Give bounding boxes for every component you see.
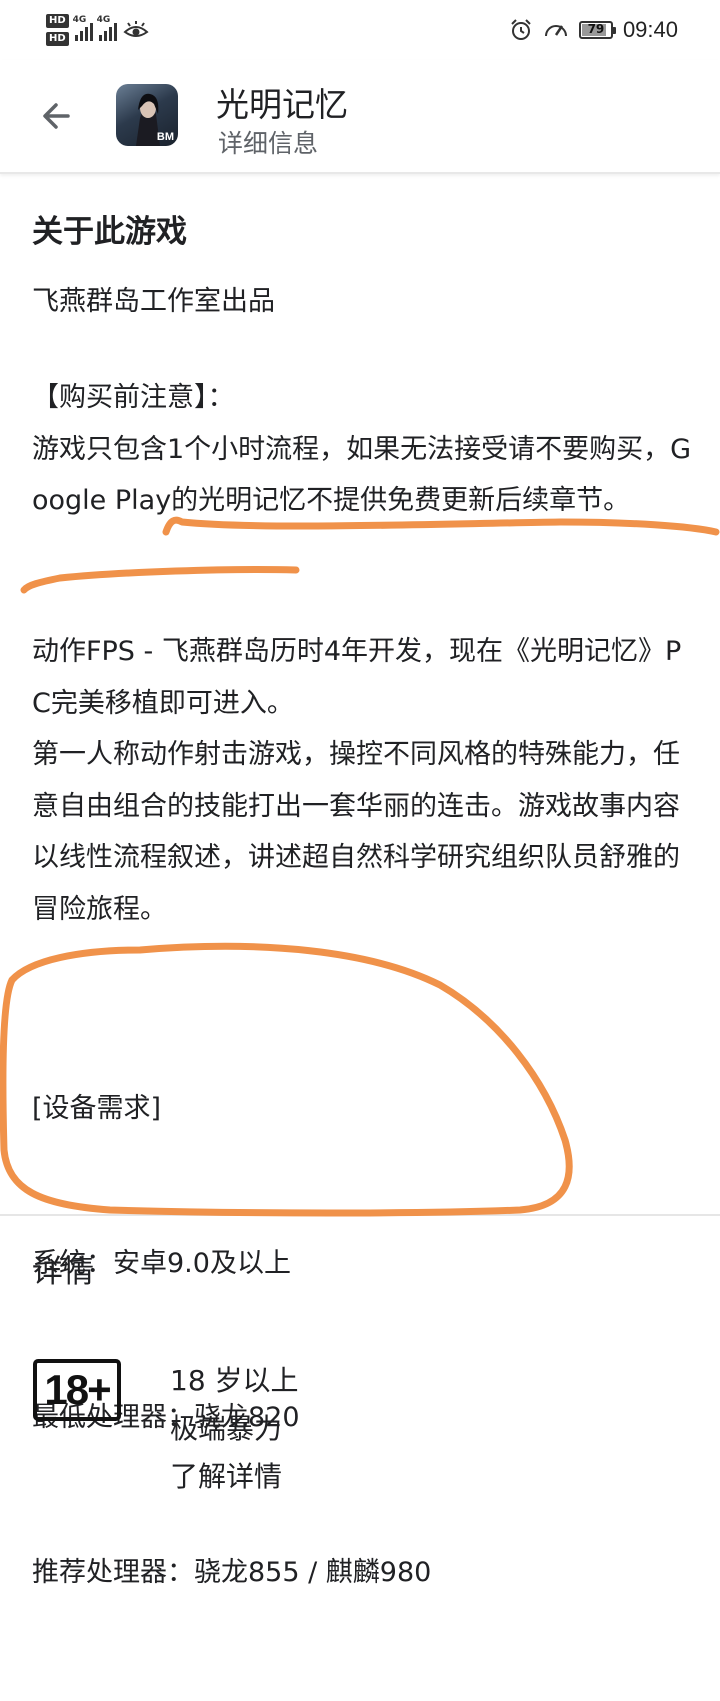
hd-indicators: HD HD (46, 14, 69, 46)
age-rating-badge: 18+ (33, 1359, 121, 1421)
underline-annotation (20, 516, 720, 594)
app-icon[interactable]: BM (116, 84, 178, 146)
hd-badge-2: HD (46, 32, 69, 46)
app-title: 光明记忆 (216, 85, 348, 124)
network-type-2: 4G (96, 15, 111, 25)
signal-icon-sim1: 4G (73, 15, 93, 41)
clock: 09:40 (622, 17, 678, 42)
hd-badge-1: HD (46, 14, 69, 28)
battery-icon: 79 (578, 21, 616, 39)
requirements-title: [设备需求] (32, 1093, 162, 1124)
requirement-system: 系统：安卓9.0及以上 (32, 1247, 291, 1279)
page-subtitle: 详细信息 (218, 129, 319, 158)
device-requirements: [设备需求] 系统：安卓9.0及以上 最低处理器：骁龙820 推荐处理器：骁龙8… (32, 980, 692, 1701)
app-icon-badge: BM (156, 131, 174, 143)
eye-comfort-icon (123, 21, 149, 37)
game-description: 动作FPS - 飞燕群岛历时4年开发，现在《光明记忆》PC完美移植即可进入。 第… (32, 636, 682, 925)
requirement-min-cpu: 最低处理器：骁龙820 (32, 1402, 300, 1433)
status-bar: HD HD 4G 4G 79 09:40 (0, 0, 720, 60)
learn-more-link[interactable]: 了解详情 (170, 1453, 299, 1501)
section-divider (0, 1214, 720, 1216)
signal-icon-sim2: 4G (97, 15, 117, 41)
rating-reason: 极端暴力 (170, 1412, 283, 1445)
status-left: HD HD 4G 4G (46, 10, 149, 50)
studio-line: 飞燕群岛工作室出品 (32, 286, 275, 317)
requirement-rec-cpu: 推荐处理器：骁龙855 / 麒麟980 (32, 1556, 432, 1588)
details-heading: 详情 (32, 1254, 94, 1290)
back-button[interactable] (30, 90, 82, 142)
rating-age: 18 岁以上 (170, 1364, 299, 1397)
arrow-back-icon (43, 103, 70, 129)
alarm-icon (511, 19, 531, 40)
status-right: 79 09:40 (509, 14, 678, 46)
purchase-notice: 【购买前注意】： 游戏只包含1个小时流程，如果无法接受请不要购买，Google … (32, 382, 692, 516)
speed-icon (544, 25, 567, 37)
network-type-1: 4G (72, 15, 87, 25)
about-heading: 关于此游戏 (32, 214, 187, 250)
app-bar: BM 光明记忆 详细信息 (0, 60, 720, 174)
rating-info: 18 岁以上 极端暴力 了解详情 (170, 1357, 299, 1501)
battery-level: 79 (587, 22, 605, 36)
